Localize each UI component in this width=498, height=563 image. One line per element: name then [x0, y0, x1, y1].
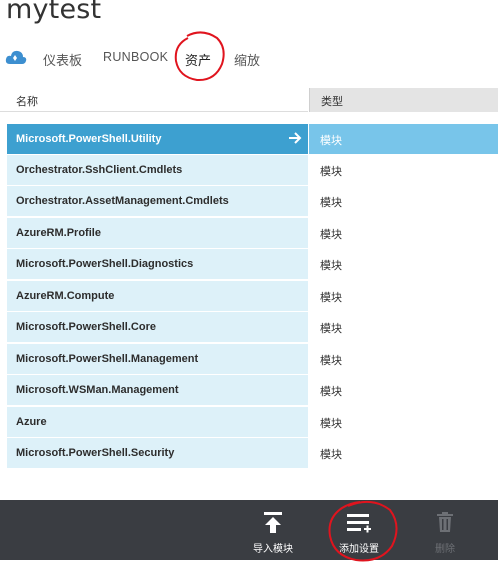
row-type: 模块: [320, 197, 342, 209]
table-row[interactable]: Microsoft.WSMan.Management 模块: [0, 375, 498, 405]
row-name: Orchestrator.SshClient.Cmdlets: [7, 155, 308, 185]
command-bar: 导入模块 添加设置 删除: [0, 500, 498, 560]
table-row[interactable]: Microsoft.PowerShell.Utility 模块: [0, 124, 498, 154]
row-name: AzureRM.Compute: [7, 281, 308, 311]
add-setting-label: 添加设置: [339, 544, 379, 555]
table-row[interactable]: Microsoft.PowerShell.Security 模块: [0, 438, 498, 468]
column-header-name[interactable]: 名称: [0, 88, 308, 112]
table-row[interactable]: Orchestrator.SshClient.Cmdlets 模块: [0, 155, 498, 185]
tab-runbook[interactable]: RUNBOOK: [103, 50, 168, 64]
tab-assets[interactable]: 资产: [185, 50, 211, 69]
row-type: 模块: [309, 124, 498, 154]
table-row[interactable]: Microsoft.PowerShell.Management 模块: [0, 344, 498, 374]
row-type: 模块: [320, 386, 342, 398]
tab-bar: 仪表板 RUNBOOK 资产 缩放: [0, 44, 498, 72]
import-module-button[interactable]: 导入模块: [245, 500, 301, 560]
row-name: AzureRM.Profile: [7, 218, 308, 248]
row-type: 模块: [320, 166, 342, 178]
row-type: 模块: [320, 355, 342, 367]
table-row[interactable]: AzureRM.Profile 模块: [0, 218, 498, 248]
cloud-icon: [5, 50, 27, 64]
table-row[interactable]: Orchestrator.AssetManagement.Cmdlets 模块: [0, 186, 498, 216]
row-type: 模块: [320, 292, 342, 304]
row-name: Microsoft.PowerShell.Core: [7, 312, 308, 342]
row-name: Microsoft.PowerShell.Diagnostics: [7, 249, 308, 279]
row-type: 模块: [320, 323, 342, 335]
arrow-right-icon[interactable]: [288, 132, 302, 144]
delete-label: 删除: [435, 544, 455, 555]
table-row[interactable]: Microsoft.PowerShell.Core 模块: [0, 312, 498, 342]
table-row[interactable]: Azure 模块: [0, 407, 498, 437]
page-title: mytest: [6, 0, 102, 25]
row-name: Microsoft.PowerShell.Utility: [7, 124, 308, 154]
row-name: Microsoft.WSMan.Management: [7, 375, 308, 405]
tab-scale[interactable]: 缩放: [234, 50, 260, 69]
upload-arrow-icon: [264, 512, 282, 533]
delete-button[interactable]: 删除: [425, 500, 465, 560]
tab-dashboard[interactable]: 仪表板: [43, 50, 82, 69]
row-name-text: Microsoft.PowerShell.Utility: [16, 133, 162, 145]
row-type: 模块: [320, 229, 342, 241]
row-name: Microsoft.PowerShell.Management: [7, 344, 308, 374]
table-row[interactable]: Microsoft.PowerShell.Diagnostics 模块: [0, 249, 498, 279]
import-module-label: 导入模块: [253, 544, 293, 555]
column-header-type[interactable]: 类型: [309, 88, 498, 112]
row-name: Orchestrator.AssetManagement.Cmdlets: [7, 186, 308, 216]
row-type: 模块: [320, 260, 342, 272]
table-header: 名称 类型: [0, 88, 498, 112]
trash-icon: [437, 512, 453, 532]
add-setting-button[interactable]: 添加设置: [330, 500, 388, 560]
row-name: Azure: [7, 407, 308, 437]
row-type: 模块: [320, 418, 342, 430]
row-type: 模块: [320, 449, 342, 461]
table-row[interactable]: AzureRM.Compute 模块: [0, 281, 498, 311]
row-name: Microsoft.PowerShell.Security: [7, 438, 308, 468]
add-list-icon: [347, 514, 371, 533]
